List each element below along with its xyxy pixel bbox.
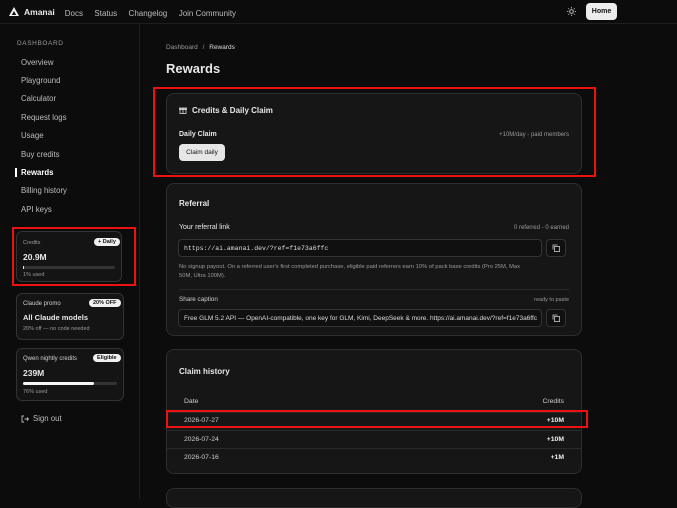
sidebar-item-request-logs[interactable]: Request logs: [21, 113, 67, 122]
sign-out-link[interactable]: Sign out: [21, 414, 62, 423]
daily-note: +10M/day - paid members: [499, 132, 569, 138]
credits-used: 1% used: [23, 272, 45, 278]
sidebar-item-playground[interactable]: Playground: [21, 76, 60, 85]
sidebar-item-rewards[interactable]: Rewards: [21, 168, 54, 177]
referral-card: Referral Your referral link 0 referred -…: [166, 183, 582, 336]
history-title: Claim history: [179, 367, 230, 376]
credits-card[interactable]: Credits + Daily 20.9M 1% used: [16, 231, 122, 282]
logo-icon: [9, 6, 19, 16]
daily-claim-card: Credits & Daily Claim Daily Claim +10M/d…: [166, 93, 582, 174]
row-credits: +1M: [550, 454, 564, 461]
table-row: 2026-07-27 +10M: [167, 412, 581, 430]
promo-note: 20% off — no code needed: [23, 326, 90, 332]
claude-promo-card[interactable]: Claude promo 20% OFF All Claude models 2…: [16, 293, 124, 340]
nav-docs[interactable]: Docs: [65, 9, 83, 18]
theme-toggle-button[interactable]: [562, 3, 580, 20]
promo-badge: 20% OFF: [89, 299, 121, 307]
referral-stats: 0 referred - 0 earned: [513, 225, 569, 231]
row-date: 2026-07-24: [184, 436, 219, 443]
row-date: 2026-07-27: [184, 417, 219, 424]
qwen-label: Qwen nightly credits: [23, 356, 78, 362]
nav-changelog[interactable]: Changelog: [129, 9, 168, 18]
claim-daily-button[interactable]: Claim daily: [179, 144, 225, 161]
col-credits: Credits: [542, 398, 564, 405]
breadcrumb-current: Rewards: [209, 44, 235, 51]
credits-progress-fill: [23, 266, 24, 269]
credits-value: 20.9M: [23, 252, 47, 262]
breadcrumb: Dashboard / Rewards: [166, 44, 235, 51]
breadcrumb-sep: /: [202, 44, 205, 51]
sidebar-item-calculator[interactable]: Calculator: [21, 94, 56, 103]
qwen-progress: [23, 382, 117, 385]
referral-title: Referral: [179, 199, 210, 208]
gift-icon: [179, 107, 187, 114]
top-nav: Docs Status Changelog Join Community: [65, 3, 243, 21]
sidebar-item-api-keys[interactable]: API keys: [21, 205, 52, 214]
sidebar-item-billing-history[interactable]: Billing history: [21, 186, 67, 195]
sun-icon: [566, 7, 576, 16]
qwen-used: 76% used: [23, 389, 48, 395]
sign-out-label: Sign out: [33, 414, 62, 423]
table-row: 2026-07-24 +10M: [167, 430, 581, 448]
table-row: 2026-07-16 +1M: [167, 448, 581, 466]
brand-logo[interactable]: Amanai: [8, 6, 55, 18]
sidebar-heading: DASHBOARD: [17, 40, 64, 47]
row-date: 2026-07-16: [184, 454, 219, 461]
copy-icon: [552, 314, 560, 322]
promo-label: Claude promo: [23, 301, 61, 307]
row-credits: +10M: [546, 417, 564, 424]
col-date: Date: [184, 398, 199, 405]
page-title: Rewards: [166, 61, 221, 76]
breadcrumb-dashboard[interactable]: Dashboard: [166, 44, 198, 51]
caption-status: ready to paste: [534, 297, 569, 303]
qwen-credits-card[interactable]: Qwen nightly credits Eligible 239M 76% u…: [16, 348, 124, 401]
sidebar-item-buy-credits[interactable]: Buy credits: [21, 150, 60, 159]
eligible-badge: Eligible: [93, 354, 121, 362]
daily-title: Credits & Daily Claim: [192, 106, 273, 115]
row-credits: +10M: [546, 436, 564, 443]
copy-icon: [552, 244, 560, 252]
home-button[interactable]: Home: [586, 3, 617, 20]
brand-name: Amanai: [24, 6, 55, 17]
copy-link-button[interactable]: [546, 239, 566, 257]
copy-caption-button[interactable]: [546, 309, 566, 327]
sidebar-item-overview[interactable]: Overview: [21, 58, 54, 67]
active-indicator: [15, 168, 17, 177]
nav-status[interactable]: Status: [94, 9, 117, 18]
credits-progress: [23, 266, 115, 269]
nav-join-community[interactable]: Join Community: [179, 9, 236, 18]
daily-badge: + Daily: [94, 238, 120, 246]
referral-desc-line2: 50M, Ultra 100M).: [179, 273, 226, 279]
next-card: [166, 488, 582, 508]
referral-description: No signup payout. On a referred user's f…: [179, 263, 520, 281]
qwen-progress-fill: [23, 382, 95, 385]
promo-title: All Claude models: [23, 313, 89, 322]
referral-link-field[interactable]: https://ai.amanai.dev/?ref=f1e73a6ffc: [178, 239, 542, 257]
referral-desc-line1: No signup payout. On a referred user's f…: [179, 264, 521, 270]
divider: [179, 289, 569, 290]
qwen-value: 239M: [23, 368, 45, 378]
share-caption-label: Share caption: [179, 296, 218, 303]
daily-label: Daily Claim: [179, 131, 217, 138]
sign-out-icon: [21, 415, 29, 422]
share-caption-field[interactable]: Free GLM 5.2 API — OpenAI-compatible, on…: [178, 309, 542, 327]
sidebar-item-usage[interactable]: Usage: [21, 131, 44, 140]
referral-link-label: Your referral link: [179, 224, 230, 231]
credits-label: Credits: [23, 240, 41, 246]
